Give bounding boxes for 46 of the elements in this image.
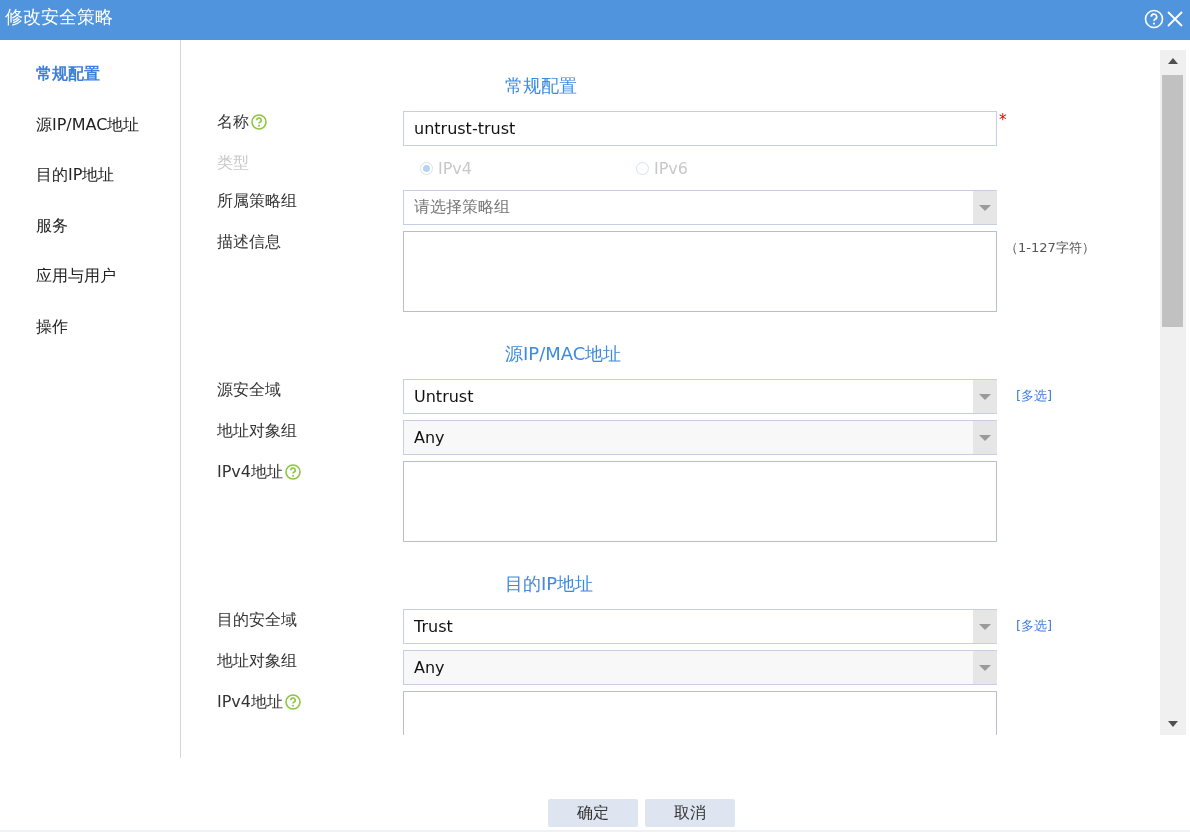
close-icon[interactable] — [1166, 10, 1184, 28]
caret-icon — [979, 623, 991, 630]
field-label: 描述信息 — [217, 232, 281, 252]
select-field[interactable]: Trust — [403, 609, 997, 644]
sidebar-item[interactable]: 目的IP地址 — [0, 165, 180, 216]
hint-text: （1-127字符） — [1004, 239, 1095, 257]
field-label: IPv4地址 — [217, 462, 283, 482]
field-label: 名称 — [217, 112, 249, 132]
sidebar-item[interactable]: 服务 — [0, 215, 180, 266]
dialog-button[interactable]: 取消 — [645, 799, 735, 827]
multi-select-link[interactable]: [多选] — [997, 609, 1053, 644]
select-field[interactable]: 请选择策略组 — [403, 190, 997, 225]
scrollbar[interactable] — [1160, 50, 1186, 735]
scroll-up-icon[interactable] — [1168, 58, 1178, 64]
caret-icon — [979, 393, 991, 400]
field-label: 源安全域 — [217, 380, 281, 400]
section-title: 源IP/MAC地址 — [504, 342, 623, 366]
help-icon[interactable] — [285, 694, 301, 710]
sidebar-item[interactable]: 操作 — [0, 316, 180, 367]
field-label: IPv4地址 — [217, 692, 283, 712]
sidebar-item[interactable]: 源IP/MAC地址 — [0, 114, 180, 165]
sidebar-item[interactable]: 应用与用户 — [0, 266, 180, 317]
scroll-down-icon[interactable] — [1168, 721, 1178, 727]
caret-icon — [979, 434, 991, 441]
section-title: 目的IP地址 — [504, 572, 595, 596]
name-input[interactable]: untrust-trust — [403, 111, 997, 146]
caret-icon — [979, 664, 991, 671]
dialog-button[interactable]: 确定 — [548, 799, 638, 827]
window-title: 修改安全策略 — [5, 5, 113, 29]
sidebar-item[interactable]: 常规配置 — [0, 64, 180, 115]
field-label: 地址对象组 — [217, 651, 297, 671]
help-icon[interactable] — [285, 464, 301, 480]
scrollbar-thumb[interactable] — [1162, 75, 1183, 327]
field-label: 目的安全域 — [217, 610, 297, 630]
textarea-field[interactable] — [403, 231, 997, 312]
field-label: 所属策略组 — [217, 191, 297, 211]
select-field[interactable]: Untrust — [403, 379, 997, 414]
caret-icon — [979, 204, 991, 211]
select-field[interactable]: Any — [403, 420, 997, 455]
select-field[interactable]: Any — [403, 650, 997, 685]
section-title: 常规配置 — [504, 74, 578, 98]
help-icon[interactable] — [251, 114, 267, 130]
field-label: 地址对象组 — [217, 421, 297, 441]
textarea-field[interactable] — [403, 461, 997, 542]
required-mark: * — [998, 111, 1007, 131]
multi-select-link[interactable]: [多选] — [997, 379, 1053, 414]
